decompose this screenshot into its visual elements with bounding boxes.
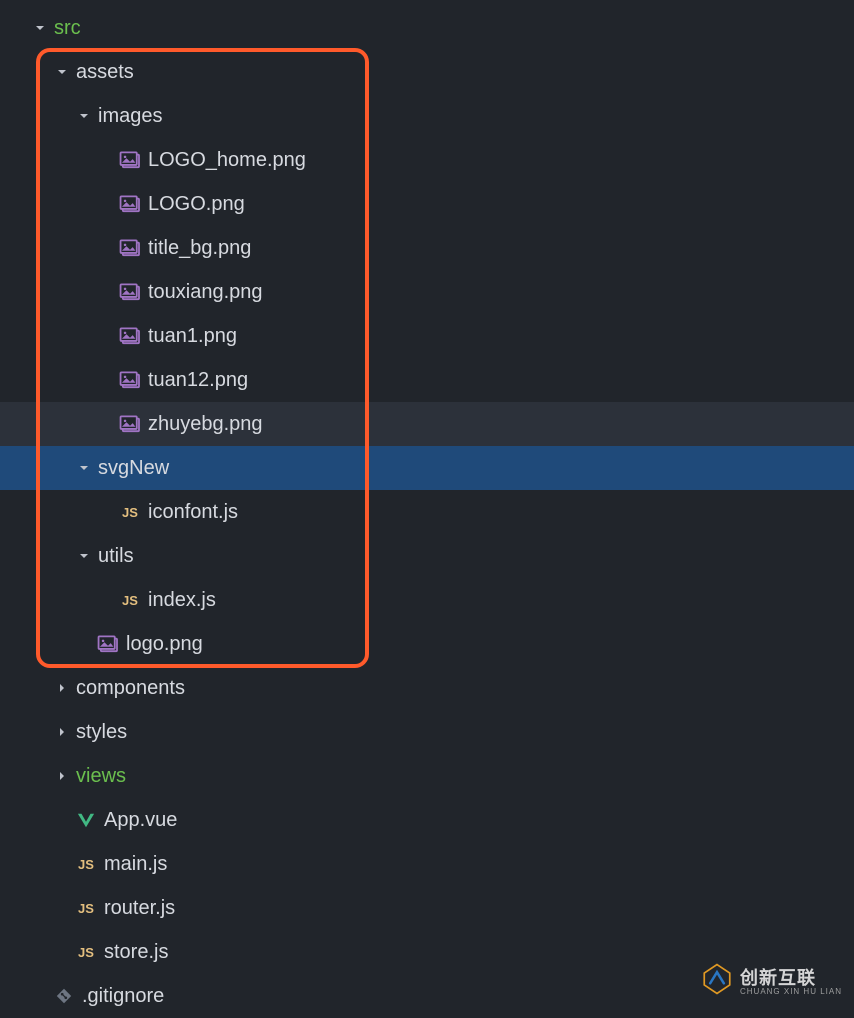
tree-row[interactable]: logo.png (0, 622, 854, 666)
tree-row[interactable]: styles (0, 710, 854, 754)
tree-item-label: index.js (144, 589, 216, 612)
image-file-icon (94, 635, 122, 653)
tree-row[interactable]: zhuyebg.png (0, 402, 854, 446)
tree-item-label: store.js (100, 941, 168, 964)
tree-item-label: logo.png (122, 633, 203, 656)
js-file-icon: JS (72, 943, 100, 961)
tree-item-label: touxiang.png (144, 281, 263, 304)
chevron-right-icon[interactable] (52, 770, 72, 782)
tree-item-label: title_bg.png (144, 237, 251, 260)
tree-row[interactable]: LOGO_home.png (0, 138, 854, 182)
image-file-icon (116, 415, 144, 433)
svg-text:JS: JS (78, 857, 94, 872)
image-file-icon (116, 283, 144, 301)
tree-item-label: iconfont.js (144, 501, 238, 524)
image-file-icon (116, 371, 144, 389)
tree-item-label: .gitignore (78, 985, 164, 1008)
tree-row[interactable]: touxiang.png (0, 270, 854, 314)
tree-item-label: images (94, 105, 162, 128)
tree-item-label: src (50, 17, 81, 40)
tree-item-label: zhuyebg.png (144, 413, 263, 436)
tree-item-label: router.js (100, 897, 175, 920)
tree-item-label: App.vue (100, 809, 177, 832)
svg-text:JS: JS (78, 945, 94, 960)
tree-row[interactable]: LOGO.png (0, 182, 854, 226)
vue-file-icon (72, 811, 100, 829)
watermark-logo-icon (700, 962, 734, 1002)
tree-row[interactable]: tuan1.png (0, 314, 854, 358)
tree-item-label: LOGO.png (144, 193, 245, 216)
watermark-title: 创新互联 (740, 969, 842, 987)
tree-item-label: LOGO_home.png (144, 149, 306, 172)
tree-row[interactable]: components (0, 666, 854, 710)
tree-item-label: styles (72, 721, 127, 744)
tree-row[interactable]: JS router.js (0, 886, 854, 930)
tree-item-label: main.js (100, 853, 167, 876)
js-file-icon: JS (116, 503, 144, 521)
chevron-right-icon[interactable] (52, 726, 72, 738)
svg-text:JS: JS (78, 901, 94, 916)
image-file-icon (116, 239, 144, 257)
tree-item-label: utils (94, 545, 134, 568)
tree-row[interactable]: svgNew (0, 446, 854, 490)
file-tree: src assets images LOGO_home.png LOGO.png t… (0, 0, 854, 1018)
tree-item-label: components (72, 677, 185, 700)
tree-row[interactable]: assets (0, 50, 854, 94)
svg-text:JS: JS (122, 505, 138, 520)
tree-row[interactable]: tuan12.png (0, 358, 854, 402)
tree-row[interactable]: images (0, 94, 854, 138)
js-file-icon: JS (72, 855, 100, 873)
tree-item-label: tuan1.png (144, 325, 237, 348)
git-file-icon (50, 987, 78, 1005)
js-file-icon: JS (72, 899, 100, 917)
chevron-down-icon[interactable] (74, 462, 94, 474)
tree-row[interactable]: title_bg.png (0, 226, 854, 270)
chevron-down-icon[interactable] (74, 110, 94, 122)
tree-item-label: tuan12.png (144, 369, 248, 392)
js-file-icon: JS (116, 591, 144, 609)
image-file-icon (116, 195, 144, 213)
tree-row[interactable]: JS index.js (0, 578, 854, 622)
tree-row[interactable]: src (0, 6, 854, 50)
tree-row[interactable]: utils (0, 534, 854, 578)
svg-text:JS: JS (122, 593, 138, 608)
chevron-right-icon[interactable] (52, 682, 72, 694)
tree-row[interactable]: JS main.js (0, 842, 854, 886)
tree-item-label: assets (72, 61, 134, 84)
tree-item-label: views (72, 765, 126, 788)
tree-item-label: svgNew (94, 457, 169, 480)
watermark: 创新互联 CHUANG XIN HU LIAN (700, 962, 842, 1002)
chevron-down-icon[interactable] (52, 66, 72, 78)
watermark-subtitle: CHUANG XIN HU LIAN (740, 987, 842, 996)
tree-row[interactable]: JS iconfont.js (0, 490, 854, 534)
chevron-down-icon[interactable] (74, 550, 94, 562)
image-file-icon (116, 151, 144, 169)
chevron-down-icon[interactable] (30, 22, 50, 34)
tree-row[interactable]: views (0, 754, 854, 798)
image-file-icon (116, 327, 144, 345)
tree-row[interactable]: App.vue (0, 798, 854, 842)
